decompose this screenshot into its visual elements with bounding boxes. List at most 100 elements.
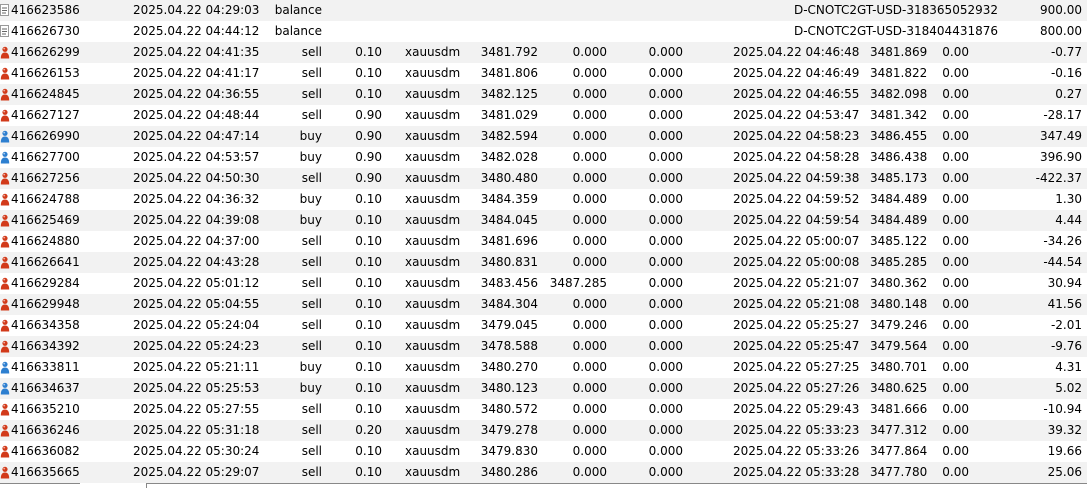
volume-cell: 0.10 xyxy=(355,213,382,227)
stop-loss-cell: 3487.285 xyxy=(549,276,607,290)
open-time-cell: 2025.04.22 04:36:32 xyxy=(133,192,260,206)
table-row[interactable]: 416634637 2025.04.22 05:25:53 buy 0.10 xauus… xyxy=(0,378,1087,399)
stop-loss-cell: 0.000 xyxy=(572,381,607,395)
close-time-cell: 2025.04.22 05:27:25 xyxy=(733,360,860,374)
table-row[interactable]: 416635665 2025.04.22 05:29:07 sell 0.10 xauu… xyxy=(0,462,1087,483)
symbol-cell: xauusdm xyxy=(405,297,461,311)
profit-cell: 1.30 xyxy=(1055,192,1082,206)
volume-cell: 0.10 xyxy=(355,297,382,311)
commission-cell: 0.00 xyxy=(942,171,969,185)
trade-history-table: 416623586 2025.04.22 04:29:03 balance D-CNO… xyxy=(0,0,1087,483)
take-profit-cell: 0.000 xyxy=(648,423,683,437)
table-row[interactable]: 416624880 2025.04.22 04:37:00 sell 0.10 xauu… xyxy=(0,231,1087,252)
open-time-cell: 2025.04.22 05:27:55 xyxy=(133,402,260,416)
table-row[interactable]: 416629948 2025.04.22 05:04:55 sell 0.10 xauu… xyxy=(0,294,1087,315)
open-time-cell: 2025.04.22 05:30:24 xyxy=(133,444,260,458)
close-time-cell: 2025.04.22 04:53:47 xyxy=(733,108,860,122)
commission-cell: 0.00 xyxy=(942,234,969,248)
profit-cell: 19.66 xyxy=(1047,444,1082,458)
comment-cell: D-CNOTC2GT-USD-318404431876 xyxy=(793,24,998,38)
volume-cell: 0.10 xyxy=(355,465,382,479)
close-time-cell: 2025.04.22 04:58:23 xyxy=(733,129,860,143)
close-price-cell: 3480.625 xyxy=(870,381,928,395)
close-time-cell: 2025.04.22 04:46:48 xyxy=(733,45,860,59)
open-price-cell: 3479.045 xyxy=(480,318,538,332)
profit-cell: 25.06 xyxy=(1047,465,1082,479)
table-row[interactable]: 416627700 2025.04.22 04:53:57 buy 0.90 xauus… xyxy=(0,147,1087,168)
open-price-cell: 3479.278 xyxy=(480,423,538,437)
commission-cell: 0.00 xyxy=(942,381,969,395)
sell-order-icon xyxy=(0,298,10,311)
profit-cell: -9.76 xyxy=(1050,339,1082,353)
buy-order-icon xyxy=(0,361,10,374)
open-price-cell: 3480.286 xyxy=(480,465,538,479)
open-price-cell: 3481.806 xyxy=(480,66,538,80)
commission-cell: 0.00 xyxy=(942,108,969,122)
table-row[interactable]: 416626153 2025.04.22 04:41:17 sell 0.10 xauu… xyxy=(0,63,1087,84)
take-profit-cell: 0.000 xyxy=(648,318,683,332)
table-row[interactable]: 416626299 2025.04.22 04:41:35 sell 0.10 xauu… xyxy=(0,42,1087,63)
open-time-cell: 2025.04.22 04:48:44 xyxy=(133,108,260,122)
bottom-scrollbar-area[interactable] xyxy=(0,483,1087,488)
table-row[interactable]: 416635210 2025.04.22 05:27:55 sell 0.10 xauu… xyxy=(0,399,1087,420)
table-row[interactable]: 416633811 2025.04.22 05:21:11 buy 0.10 xauus… xyxy=(0,357,1087,378)
profit-cell: 39.32 xyxy=(1047,423,1082,437)
open-time-cell: 2025.04.22 05:25:53 xyxy=(133,381,260,395)
open-time-cell: 2025.04.22 04:37:00 xyxy=(133,234,260,248)
close-time-cell: 2025.04.22 05:33:26 xyxy=(733,444,860,458)
take-profit-cell: 0.000 xyxy=(648,255,683,269)
commission-cell: 0.00 xyxy=(942,150,969,164)
type-cell: balance xyxy=(274,3,322,17)
open-price-cell: 3484.045 xyxy=(480,213,538,227)
type-cell: buy xyxy=(299,360,322,374)
take-profit-cell: 0.000 xyxy=(648,339,683,353)
close-time-cell: 2025.04.22 05:33:28 xyxy=(733,465,860,479)
take-profit-cell: 0.000 xyxy=(648,381,683,395)
buy-order-icon xyxy=(0,382,10,395)
table-row[interactable]: 416626990 2025.04.22 04:47:14 buy 0.90 xauus… xyxy=(0,126,1087,147)
table-row[interactable]: 416627127 2025.04.22 04:48:44 sell 0.90 xauu… xyxy=(0,105,1087,126)
table-row[interactable]: 416625469 2025.04.22 04:39:08 buy 0.10 xauus… xyxy=(0,210,1087,231)
commission-cell: 0.00 xyxy=(942,360,969,374)
close-price-cell: 3481.342 xyxy=(870,108,928,122)
table-row[interactable]: 416626730 2025.04.22 04:44:12 balance D-CNO… xyxy=(0,21,1087,42)
table-row[interactable]: 416627256 2025.04.22 04:50:30 sell 0.90 xauu… xyxy=(0,168,1087,189)
symbol-cell: xauusdm xyxy=(405,465,461,479)
open-price-cell: 3481.029 xyxy=(480,108,538,122)
ticket-cell: 416636246 xyxy=(11,423,80,437)
comment-cell: D-CNOTC2GT-USD-318365052932 xyxy=(793,3,998,17)
volume-cell: 0.90 xyxy=(355,171,382,185)
open-time-cell: 2025.04.22 04:39:08 xyxy=(133,213,260,227)
ticket-cell: 416627127 xyxy=(11,108,80,122)
sell-order-icon xyxy=(0,214,10,227)
volume-cell: 0.10 xyxy=(355,360,382,374)
close-time-cell: 2025.04.22 04:46:49 xyxy=(733,66,860,80)
table-row[interactable]: 416626641 2025.04.22 04:43:28 sell 0.10 xauu… xyxy=(0,252,1087,273)
open-price-cell: 3482.594 xyxy=(480,129,538,143)
table-row[interactable]: 416624845 2025.04.22 04:36:55 sell 0.10 xauu… xyxy=(0,84,1087,105)
take-profit-cell: 0.000 xyxy=(648,87,683,101)
panel-divider-edge xyxy=(146,483,147,488)
close-time-cell: 2025.04.22 04:58:28 xyxy=(733,150,860,164)
take-profit-cell: 0.000 xyxy=(648,66,683,80)
table-row[interactable]: 416636082 2025.04.22 05:30:24 sell 0.10 xauu… xyxy=(0,441,1087,462)
balance-doc-icon xyxy=(0,25,10,38)
volume-cell: 0.90 xyxy=(355,108,382,122)
commission-cell: 0.00 xyxy=(942,213,969,227)
close-time-cell: 2025.04.22 05:00:07 xyxy=(733,234,860,248)
open-price-cell: 3481.696 xyxy=(480,234,538,248)
open-price-cell: 3480.572 xyxy=(480,402,538,416)
type-cell: sell xyxy=(301,444,322,458)
table-row[interactable]: 416634358 2025.04.22 05:24:04 sell 0.10 xauu… xyxy=(0,315,1087,336)
table-row[interactable]: 416629284 2025.04.22 05:01:12 sell 0.10 xauu… xyxy=(0,273,1087,294)
open-time-cell: 2025.04.22 05:24:04 xyxy=(133,318,260,332)
table-row[interactable]: 416636246 2025.04.22 05:31:18 sell 0.20 xauu… xyxy=(0,420,1087,441)
table-row[interactable]: 416624788 2025.04.22 04:36:32 buy 0.10 xauus… xyxy=(0,189,1087,210)
sell-order-icon xyxy=(0,46,10,59)
table-row[interactable]: 416623586 2025.04.22 04:29:03 balance D-CNO… xyxy=(0,0,1087,21)
table-row[interactable]: 416634392 2025.04.22 05:24:23 sell 0.10 xauu… xyxy=(0,336,1087,357)
stop-loss-cell: 0.000 xyxy=(572,297,607,311)
close-time-cell: 2025.04.22 05:21:07 xyxy=(733,276,860,290)
commission-cell: 0.00 xyxy=(942,465,969,479)
commission-cell: 0.00 xyxy=(942,276,969,290)
